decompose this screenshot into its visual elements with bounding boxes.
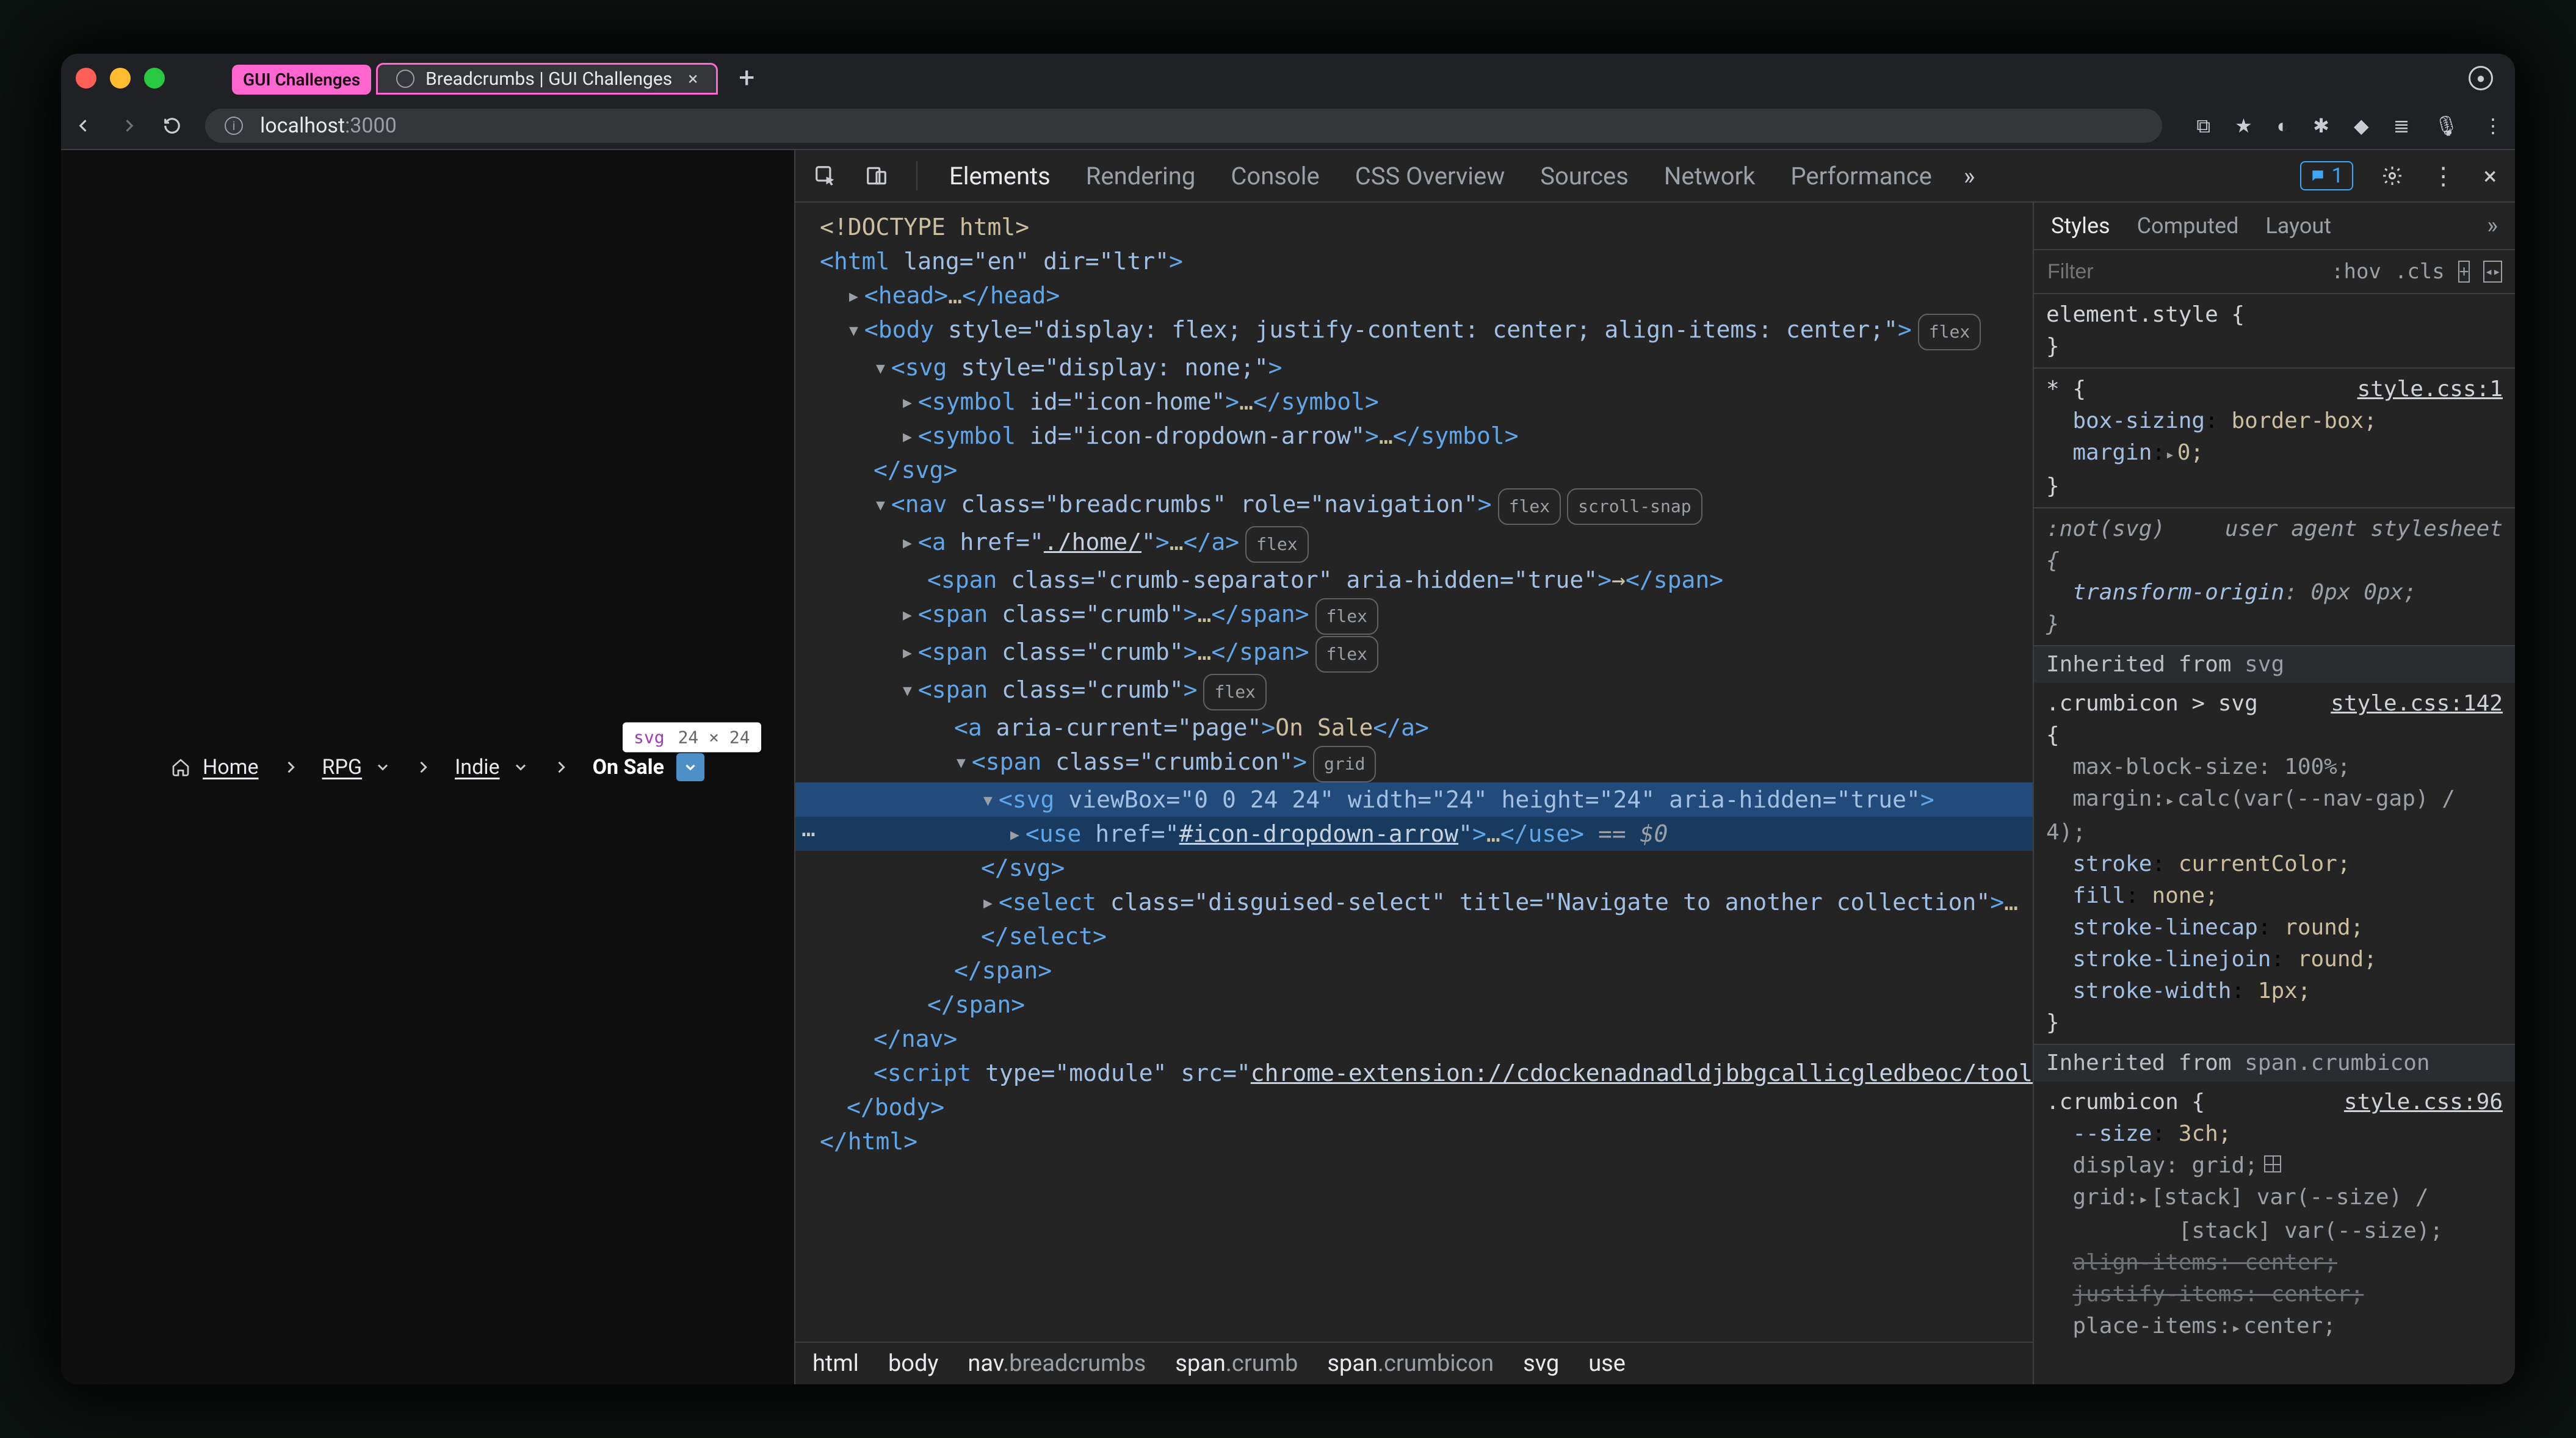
site-info-icon[interactable]: i: [225, 117, 243, 135]
browser-frame: GUI Challenges Breadcrumbs | GUI Challen…: [61, 54, 2515, 1384]
tooltip-tagname: svg: [634, 728, 665, 748]
tab-elements[interactable]: Elements: [946, 162, 1054, 190]
style-rules[interactable]: element.style { } * {style.css:1 box-siz…: [2034, 294, 2515, 1384]
new-style-rule-icon[interactable]: +: [2458, 261, 2470, 283]
issues-badge[interactable]: 1: [2300, 161, 2353, 190]
breadcrumb-item[interactable]: RPG: [322, 755, 392, 779]
breadcrumb-nav: Home RPG Indie: [171, 753, 704, 781]
settings-gear-icon[interactable]: [2381, 165, 2403, 187]
path-item[interactable]: span.crumb: [1175, 1350, 1298, 1377]
toolbar-right: ⧉ ★ ◐ ✱ ◆ ≣ 🎙 ⋮: [2196, 114, 2503, 138]
tab-gui-challenges[interactable]: GUI Challenges: [232, 65, 371, 95]
devtools-tabbar: Elements Rendering Console CSS Overview …: [795, 150, 2515, 203]
dom-tree[interactable]: <!DOCTYPE html> <html lang="en" dir="ltr…: [795, 203, 2033, 1342]
home-link[interactable]: Home: [203, 755, 259, 779]
tab-rendering[interactable]: Rendering: [1082, 162, 1199, 190]
forward-button[interactable]: [117, 115, 139, 137]
extension-icon[interactable]: ◐: [2277, 114, 2288, 137]
toolbar: i localhost:3000 ⧉ ★ ◐ ✱ ◆ ≣ 🎙 ⋮: [61, 103, 2515, 150]
separator-icon: [282, 759, 299, 776]
inspect-tooltip: svg 24 × 24: [623, 723, 761, 753]
path-item[interactable]: nav.breadcrumbs: [968, 1350, 1146, 1377]
device-toolbar-icon[interactable]: [865, 164, 888, 187]
favicon-icon: [396, 70, 414, 88]
computed-toggle-icon[interactable]: ◂▸: [2483, 261, 2502, 283]
close-tab-icon[interactable]: ×: [688, 68, 698, 90]
update-available-icon[interactable]: ●: [2469, 66, 2493, 90]
content-area: svg 24 × 24 Home RPG In: [61, 150, 2515, 1384]
tab-strip: GUI Challenges Breadcrumbs | GUI Challen…: [232, 62, 773, 95]
tooltip-dimensions: 24 × 24: [678, 728, 750, 748]
inspect-element-icon[interactable]: [814, 164, 837, 187]
chevron-down-icon: [682, 759, 698, 775]
cls-toggle[interactable]: .cls: [2395, 259, 2445, 284]
breadcrumb-current: On Sale: [593, 753, 704, 781]
elements-breadcrumb[interactable]: html body nav.breadcrumbs span.crumb spa…: [795, 1342, 2033, 1384]
path-item[interactable]: use: [1588, 1350, 1626, 1377]
tab-styles[interactable]: Styles: [2051, 213, 2110, 239]
tab-network[interactable]: Network: [1660, 162, 1759, 190]
crumb-link[interactable]: RPG: [322, 755, 363, 779]
chevron-down-icon[interactable]: [374, 759, 391, 776]
url-port: :3000: [345, 114, 397, 138]
breadcrumb-item[interactable]: Indie: [455, 755, 529, 779]
reload-button[interactable]: [161, 115, 183, 137]
separator-icon: [552, 759, 570, 776]
crumb-link[interactable]: Indie: [455, 755, 500, 779]
hov-toggle[interactable]: :hov: [2331, 259, 2381, 284]
zoom-window-icon[interactable]: [144, 68, 165, 89]
bookmark-star-icon[interactable]: ★: [2235, 114, 2252, 137]
chevron-down-icon[interactable]: [512, 759, 529, 776]
new-tab-button[interactable]: +: [720, 62, 773, 95]
issues-count: 1: [2332, 164, 2343, 188]
styles-filter-input[interactable]: [2047, 260, 2318, 284]
tab-console[interactable]: Console: [1227, 162, 1323, 190]
address-bar[interactable]: i localhost:3000: [205, 109, 2162, 143]
tab-breadcrumbs[interactable]: Breadcrumbs | GUI Challenges ×: [376, 63, 718, 95]
tab-layout[interactable]: Layout: [2265, 213, 2331, 239]
styles-tabs: Styles Computed Layout »: [2034, 203, 2515, 250]
back-button[interactable]: [73, 115, 95, 137]
breadcrumb-home[interactable]: Home: [171, 755, 259, 779]
devtools: Elements Rendering Console CSS Overview …: [794, 150, 2515, 1384]
styles-sidebar: Styles Computed Layout » :hov .cls + ◂▸: [2033, 203, 2515, 1384]
pip-icon[interactable]: ⧉: [2196, 114, 2210, 138]
tab-css-overview[interactable]: CSS Overview: [1351, 162, 1509, 190]
separator-icon: [414, 759, 432, 776]
more-tabs-icon[interactable]: »: [2487, 212, 2498, 239]
kebab-menu-icon[interactable]: ⋮: [2431, 162, 2456, 190]
path-item[interactable]: svg: [1523, 1350, 1559, 1377]
styles-filter-bar: :hov .cls + ◂▸: [2034, 250, 2515, 294]
extensions-puzzle-icon[interactable]: ✱: [2313, 114, 2329, 137]
current-page-label: On Sale: [593, 755, 664, 779]
elements-panel: <!DOCTYPE html> <html lang="en" dir="ltr…: [795, 203, 2033, 1384]
doctype: <!DOCTYPE html>: [820, 214, 1029, 240]
mic-icon[interactable]: 🎙: [2434, 114, 2459, 137]
tab-title: GUI Challenges: [243, 70, 360, 90]
more-tabs-icon[interactable]: »: [1964, 162, 1975, 190]
path-item[interactable]: body: [888, 1350, 938, 1377]
chrome-menu-icon[interactable]: ⋮: [2483, 114, 2503, 137]
close-devtools-icon[interactable]: ×: [2484, 162, 2497, 190]
reading-list-icon[interactable]: ≣: [2393, 114, 2410, 137]
tab-performance[interactable]: Performance: [1787, 162, 1935, 190]
devtools-body: <!DOCTYPE html> <html lang="en" dir="ltr…: [795, 203, 2515, 1384]
home-icon: [171, 757, 190, 777]
titlebar: GUI Challenges Breadcrumbs | GUI Challen…: [61, 54, 2515, 103]
profile-icon[interactable]: ◆: [2354, 114, 2369, 137]
minimise-window-icon[interactable]: [110, 68, 131, 89]
dropdown-select-highlight[interactable]: [676, 753, 704, 781]
window-controls[interactable]: [76, 68, 165, 89]
tab-computed[interactable]: Computed: [2137, 213, 2239, 239]
path-item[interactable]: span.crumbicon: [1327, 1350, 1494, 1377]
url-host: localhost: [260, 114, 345, 138]
page-viewport: svg 24 × 24 Home RPG In: [61, 150, 794, 1384]
tab-sources[interactable]: Sources: [1536, 162, 1632, 190]
path-item[interactable]: html: [812, 1350, 859, 1377]
close-window-icon[interactable]: [76, 68, 96, 89]
tab-title: Breadcrumbs | GUI Challenges: [425, 68, 672, 90]
